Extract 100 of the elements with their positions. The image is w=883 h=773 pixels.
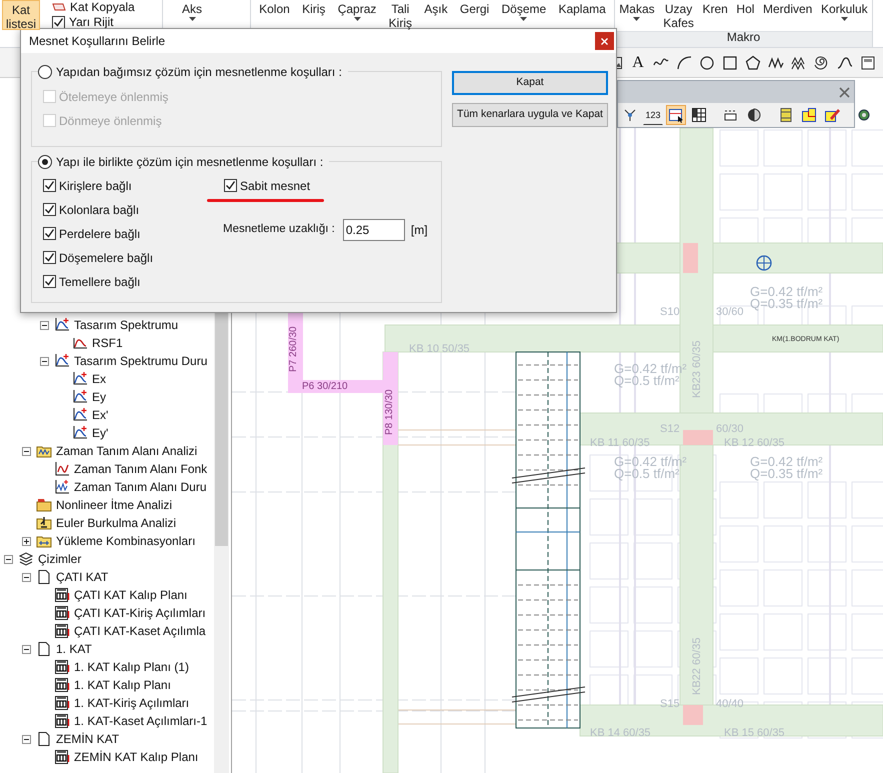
checkbox-label: Dönmeye önlenmiş bbox=[59, 112, 162, 130]
circle-icon[interactable] bbox=[699, 54, 715, 70]
tree-item[interactable]: Çizimler bbox=[38, 552, 82, 566]
tree-item[interactable]: 1. KAT Kalıp Planı bbox=[74, 678, 171, 692]
dialog-button[interactable]: Tüm kenarlara uygula ve Kapat bbox=[452, 103, 608, 127]
tree-item[interactable]: 1. KAT bbox=[56, 642, 92, 656]
ribbon-button[interactable]: Makas bbox=[616, 0, 658, 30]
close-icon[interactable] bbox=[839, 86, 850, 98]
checkbox-label: Temellere bağlı bbox=[59, 274, 140, 290]
expander-toggle[interactable] bbox=[22, 734, 31, 744]
tree-item[interactable]: ÇATI KAT-Kaset Açılımla bbox=[74, 624, 206, 638]
beam-label: KB 12 60/35 bbox=[724, 438, 785, 449]
tree-item[interactable]: 1. KAT-Kaset Açılımları-1 bbox=[74, 714, 208, 728]
tree-item[interactable]: Tasarım Spektrumu bbox=[74, 318, 178, 332]
radio-option[interactable]: Yapıdan bağımsız çözüm için mesnetlenme koşulları : bbox=[38, 63, 348, 81]
close-icon bbox=[601, 38, 608, 44]
ribbon-button[interactable]: Merdiven bbox=[760, 0, 816, 30]
tree-item[interactable]: ÇATI KAT bbox=[56, 570, 108, 584]
tree-item[interactable]: RSF1 bbox=[92, 336, 123, 350]
checkbox[interactable] bbox=[224, 179, 237, 192]
dialog-title: Mesnet Koşullarını Belirle bbox=[29, 33, 166, 50]
checkbox[interactable] bbox=[43, 227, 56, 240]
ribbon-button[interactable]: Gergi bbox=[456, 0, 492, 30]
radio-option[interactable]: Yapı ile birlikte çözüm için mesnetlenme koşulları : bbox=[38, 153, 330, 171]
tree-item[interactable]: Ey bbox=[92, 390, 106, 404]
checkbox-label: Kolonlara bağlı bbox=[59, 202, 140, 218]
ribbon-button[interactable]: Kolon bbox=[256, 0, 293, 30]
tree-item[interactable]: ÇATI KAT-Kiriş Açılımları bbox=[74, 606, 206, 620]
curve-icon[interactable] bbox=[837, 54, 853, 70]
distance-input-field[interactable]: 0.25 bbox=[342, 219, 405, 241]
paint-icon bbox=[824, 107, 840, 123]
checkbox[interactable] bbox=[43, 275, 56, 288]
tree-item[interactable]: Tasarım Spektrumu Duru bbox=[74, 354, 208, 368]
arc-icon[interactable] bbox=[676, 54, 692, 70]
drawing-sheet-icon bbox=[54, 695, 70, 711]
ribbon-button[interactable]: Çapraz bbox=[334, 0, 380, 30]
radio-button[interactable] bbox=[38, 65, 52, 79]
beam-label: 40/40 bbox=[716, 699, 744, 710]
dialog-button[interactable]: Kapat bbox=[452, 71, 608, 95]
ribbon-command[interactable]: Kat Kopyala bbox=[52, 0, 135, 16]
spectrum-chart-icon bbox=[72, 389, 88, 405]
ribbon-button[interactable]: Döşeme bbox=[498, 0, 550, 30]
ribbon-button[interactable]: Kiriş bbox=[299, 0, 328, 30]
ribbon-button[interactable]: Aks bbox=[179, 0, 206, 30]
layers-icon bbox=[18, 551, 34, 567]
tree-item[interactable]: Ex' bbox=[92, 408, 108, 422]
close-button[interactable] bbox=[595, 32, 614, 50]
radio-button[interactable] bbox=[38, 155, 52, 169]
tree-item[interactable]: Nonlineer İtme Analizi bbox=[56, 498, 172, 512]
checkbox[interactable] bbox=[43, 203, 56, 216]
pentagon-icon[interactable] bbox=[745, 54, 761, 70]
tree-item[interactable]: Zaman Tanım Alanı Fonk bbox=[74, 462, 208, 476]
expander-toggle[interactable] bbox=[40, 356, 49, 366]
grid-table-icon bbox=[691, 107, 707, 123]
checkbox[interactable] bbox=[43, 179, 56, 192]
checkbox[interactable] bbox=[52, 16, 66, 28]
ribbon-button[interactable]: Aşık bbox=[421, 0, 451, 30]
page-icon bbox=[36, 569, 52, 585]
ribbon-button[interactable]: Kaplama bbox=[555, 0, 609, 30]
palette-tool-button[interactable]: 123 bbox=[643, 105, 663, 125]
ribbon-button[interactable]: Korkuluk bbox=[818, 0, 871, 30]
tree-item[interactable]: 1. KAT Kalıp Planı (1) bbox=[74, 660, 189, 674]
ribbon-button[interactable]: Kren bbox=[699, 0, 731, 30]
tree-item[interactable]: Ex bbox=[92, 372, 106, 386]
double-zigzag-icon[interactable] bbox=[791, 54, 807, 70]
tree-item[interactable]: Zaman Tanım Alanı Duru bbox=[74, 480, 207, 494]
tree-item[interactable]: 1. KAT-Kiriş Açılımları bbox=[74, 696, 190, 710]
expander-toggle[interactable] bbox=[22, 572, 31, 582]
ribbon-button[interactable]: Tali Kiriş bbox=[386, 0, 415, 30]
tree-item[interactable]: Euler Burkulma Analizi bbox=[56, 516, 176, 530]
ribbon-button[interactable]: Uzay Kafes bbox=[660, 0, 697, 30]
load-label: Q=0.35 tf/m² bbox=[750, 467, 823, 480]
palette-tool-button[interactable] bbox=[799, 105, 819, 125]
drawing-sheet-icon bbox=[54, 623, 70, 639]
ribbon-button[interactable]: Hol bbox=[733, 0, 758, 30]
beam-label: S10 bbox=[660, 307, 680, 318]
tree-item[interactable]: Zaman Tanım Alanı Analizi bbox=[56, 444, 198, 458]
checkbox[interactable] bbox=[43, 251, 56, 264]
tree-item[interactable]: ÇATI KAT Kalıp Planı bbox=[74, 588, 188, 602]
expander-toggle[interactable] bbox=[22, 644, 31, 654]
text-tool-button[interactable]: A bbox=[629, 54, 647, 72]
expander-toggle[interactable] bbox=[4, 554, 13, 564]
expander-toggle[interactable] bbox=[40, 320, 49, 330]
checkbox-label: Perdelere bağlı bbox=[59, 226, 140, 242]
target-marker-icon bbox=[756, 255, 772, 271]
ribbon-button[interactable]: Kat listesi bbox=[2, 0, 40, 30]
beam-label: 30/60 bbox=[716, 307, 744, 318]
tree-item[interactable]: ZEMİN KAT Kalıp Planı bbox=[74, 750, 198, 764]
tree-item[interactable]: Ey' bbox=[92, 426, 108, 440]
palette-tool-button[interactable] bbox=[689, 105, 709, 125]
palette-tool-button[interactable] bbox=[666, 105, 686, 125]
square-icon[interactable] bbox=[722, 54, 738, 70]
tree-item[interactable]: ZEMİN KAT bbox=[56, 732, 120, 746]
frame-icon[interactable] bbox=[860, 54, 876, 70]
spiral-icon[interactable] bbox=[814, 54, 830, 70]
expander-toggle[interactable] bbox=[22, 446, 31, 456]
checkbox-label: Sabit mesnet bbox=[240, 178, 310, 194]
expander-toggle[interactable] bbox=[22, 536, 31, 546]
tree-item[interactable]: Yükleme Kombinasyonları bbox=[56, 534, 196, 548]
drawing-sheet-icon bbox=[54, 677, 70, 693]
